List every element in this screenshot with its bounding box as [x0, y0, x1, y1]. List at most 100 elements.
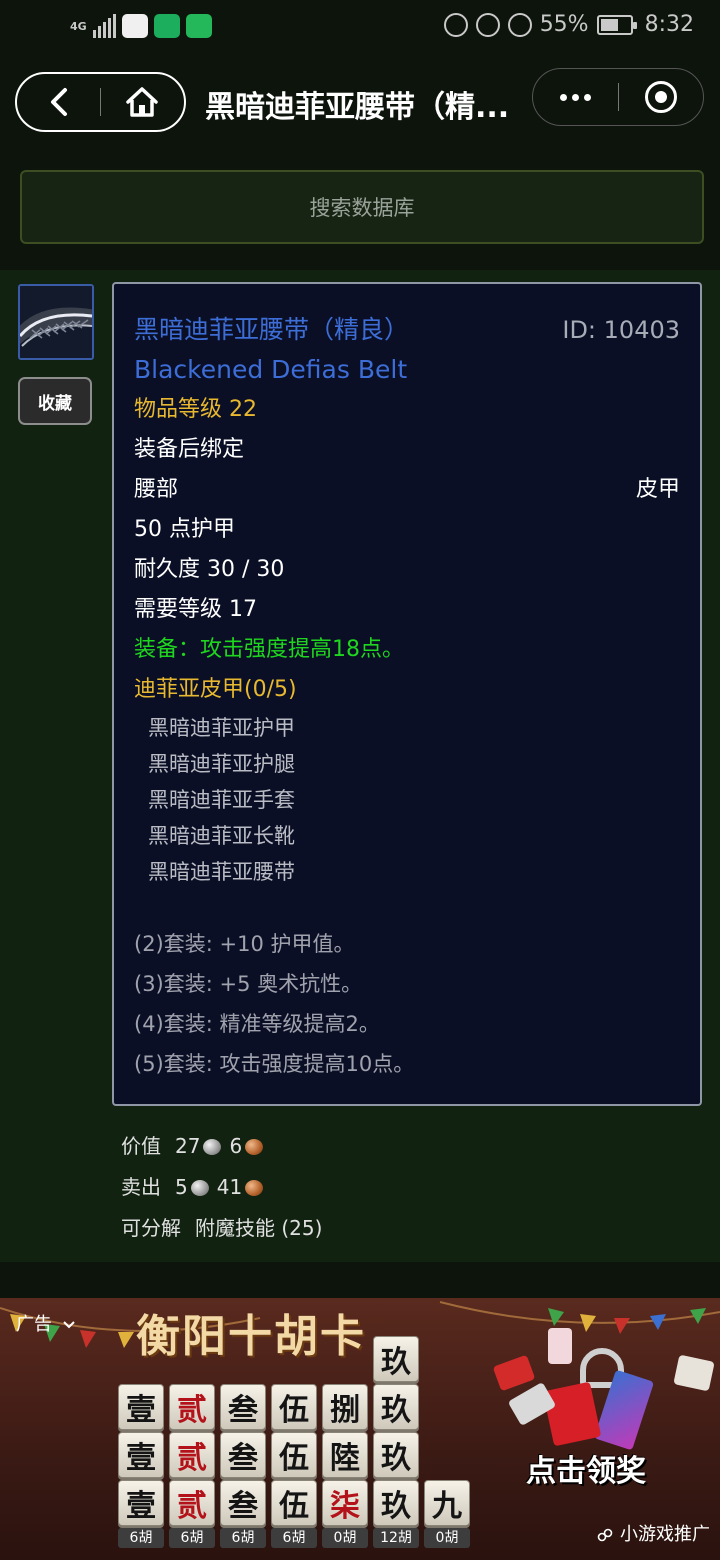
- value-silver: 27: [175, 1134, 201, 1158]
- tile: 贰: [169, 1480, 215, 1526]
- tile-column: 玖 玖 玖 玖 12胡: [373, 1336, 419, 1548]
- value-copper: 6: [229, 1134, 243, 1158]
- tile-column: 贰 贰 贰 6胡: [169, 1384, 215, 1548]
- tile-hu-label: 0胡: [424, 1528, 470, 1548]
- item-detail: 收藏 黑暗迪菲亚腰带（精良） ID: 10403 Blackened Defia…: [0, 270, 720, 1262]
- set-bonus: (5)套装: 攻击强度提高10点。: [134, 1052, 415, 1076]
- tile: 叁: [220, 1384, 266, 1430]
- tile: 壹: [118, 1480, 164, 1526]
- battery-percent: 55%: [539, 12, 589, 37]
- tile-hu-label: 12胡: [373, 1528, 419, 1548]
- tile: 陸: [322, 1432, 368, 1478]
- status-right: 55% 8:32: [443, 12, 694, 37]
- tile: 玖: [373, 1480, 419, 1526]
- tile: 叁: [220, 1480, 266, 1526]
- nav-capsule: [15, 72, 186, 132]
- tile: 玖: [373, 1384, 419, 1430]
- value-label: 价值: [121, 1134, 161, 1158]
- nav-bar: 黑暗迪菲亚腰带（精...: [0, 56, 720, 146]
- tile: 伍: [271, 1432, 317, 1478]
- search-input[interactable]: 搜索数据库: [20, 170, 704, 244]
- tile-column: 壹 壹 壹 6胡: [118, 1384, 164, 1548]
- set-name[interactable]: 迪菲亚皮甲(0/5): [134, 677, 297, 702]
- network-type: 4G: [70, 19, 87, 33]
- chevron-down-icon: [63, 1321, 75, 1329]
- status-bar: 4G 55% 8:32: [0, 0, 720, 56]
- slot-text: 腰部: [134, 477, 179, 502]
- alarm-icon: [475, 12, 500, 37]
- speaker-icon: [542, 1381, 602, 1447]
- mini-game-icon: [597, 1528, 613, 1542]
- tile-column: 伍 伍 伍 6胡: [271, 1384, 317, 1548]
- tile-column: 捌 陸 柒 0胡: [322, 1384, 368, 1548]
- equip-effect: 装备：攻击强度提高18点。: [134, 637, 404, 662]
- set-bonus: (2)套装: +10 护甲值。: [134, 932, 355, 956]
- back-icon: [50, 88, 67, 116]
- tile: 壹: [118, 1384, 164, 1430]
- item-icon[interactable]: [18, 284, 94, 360]
- tile: 贰: [169, 1432, 215, 1478]
- tile-hu-label: 6胡: [220, 1528, 266, 1548]
- armor-value: 50 点护甲: [134, 517, 235, 542]
- sell-copper: 41: [216, 1175, 243, 1199]
- favorite-label: 收藏: [38, 393, 72, 414]
- binding-text: 装备后绑定: [134, 437, 245, 462]
- tile-hu-label: 6胡: [271, 1528, 317, 1548]
- tile-hu-label: 0胡: [322, 1528, 368, 1548]
- item-name-cn: 黑暗迪菲亚腰带（精良）: [134, 315, 410, 344]
- nfc-icon: [443, 12, 468, 37]
- sell-label: 卖出: [121, 1175, 161, 1199]
- tile: 叁: [220, 1432, 266, 1478]
- set-piece-item[interactable]: 黑暗迪菲亚长靴: [134, 818, 680, 854]
- ad-label[interactable]: 广告: [16, 1310, 76, 1336]
- durability-text: 耐久度 30 / 30: [134, 557, 285, 582]
- sell-row: 卖出 5 41: [121, 1167, 322, 1208]
- status-left: 4G: [70, 14, 212, 38]
- tile: 捌: [322, 1384, 368, 1430]
- ad-headline: 衡阳十胡卡: [136, 1311, 366, 1362]
- ad-source: 小游戏推广: [596, 1520, 710, 1546]
- home-button[interactable]: [101, 74, 184, 130]
- disenchant-value[interactable]: 附魔技能 (25): [195, 1208, 322, 1249]
- set-piece-item[interactable]: 黑暗迪菲亚护甲: [134, 710, 680, 746]
- value-row: 价值 27 6: [121, 1126, 322, 1167]
- back-button[interactable]: [17, 74, 100, 130]
- signal-icon: [92, 14, 116, 38]
- tile: 玖: [373, 1336, 419, 1382]
- copper-coin-icon: [245, 1138, 264, 1155]
- disenchant-row: 可分解 附魔技能 (25): [121, 1208, 322, 1249]
- close-target-icon: [644, 81, 677, 113]
- close-miniprogram-button[interactable]: [619, 69, 704, 125]
- set-piece-item[interactable]: 黑暗迪菲亚手套: [134, 782, 680, 818]
- set-piece-item[interactable]: 黑暗迪菲亚腰带: [134, 854, 680, 890]
- silver-coin-icon: [203, 1138, 222, 1155]
- app-notification-icon: [153, 14, 180, 38]
- clock: 8:32: [644, 12, 694, 37]
- set-piece-item[interactable]: 黑暗迪菲亚护腿: [134, 746, 680, 782]
- disenchant-label: 可分解: [121, 1216, 181, 1240]
- armor-type-text: 皮甲: [635, 477, 680, 502]
- more-icon: [559, 93, 591, 101]
- more-button[interactable]: [533, 69, 618, 125]
- item-tooltip: 黑暗迪菲亚腰带（精良） ID: 10403 Blackened Defias B…: [112, 282, 702, 1106]
- tile-hu-label: 6胡: [169, 1528, 215, 1548]
- silver-coin-icon: [190, 1179, 209, 1196]
- ad-spacer: [0, 1262, 720, 1298]
- tile-column: 叁 叁 叁 6胡: [220, 1384, 266, 1548]
- miniprogram-capsule: [532, 68, 704, 126]
- tile: 伍: [271, 1384, 317, 1430]
- home-icon: [126, 87, 159, 117]
- ad-cta-button[interactable]: 点击领奖: [526, 1446, 646, 1490]
- belt-icon: [20, 286, 92, 358]
- battery-icon: [596, 14, 637, 35]
- tile: 九: [424, 1480, 470, 1526]
- set-bonus: (4)套装: 精准等级提高2。: [134, 1012, 380, 1036]
- favorite-button[interactable]: 收藏: [18, 377, 92, 425]
- ad-banner[interactable]: 广告 衡阳十胡卡 壹 壹 壹 6胡 贰 贰 贰 6胡 叁 叁 叁 6胡 伍 伍 …: [0, 1298, 720, 1560]
- app-notification-icon: [121, 14, 148, 38]
- search-placeholder: 搜索数据库: [309, 196, 415, 220]
- copper-coin-icon: [245, 1179, 264, 1196]
- perfume-icon: [548, 1328, 572, 1364]
- item-name-en: Blackened Defias Belt: [134, 355, 408, 384]
- tile: 玖: [373, 1432, 419, 1478]
